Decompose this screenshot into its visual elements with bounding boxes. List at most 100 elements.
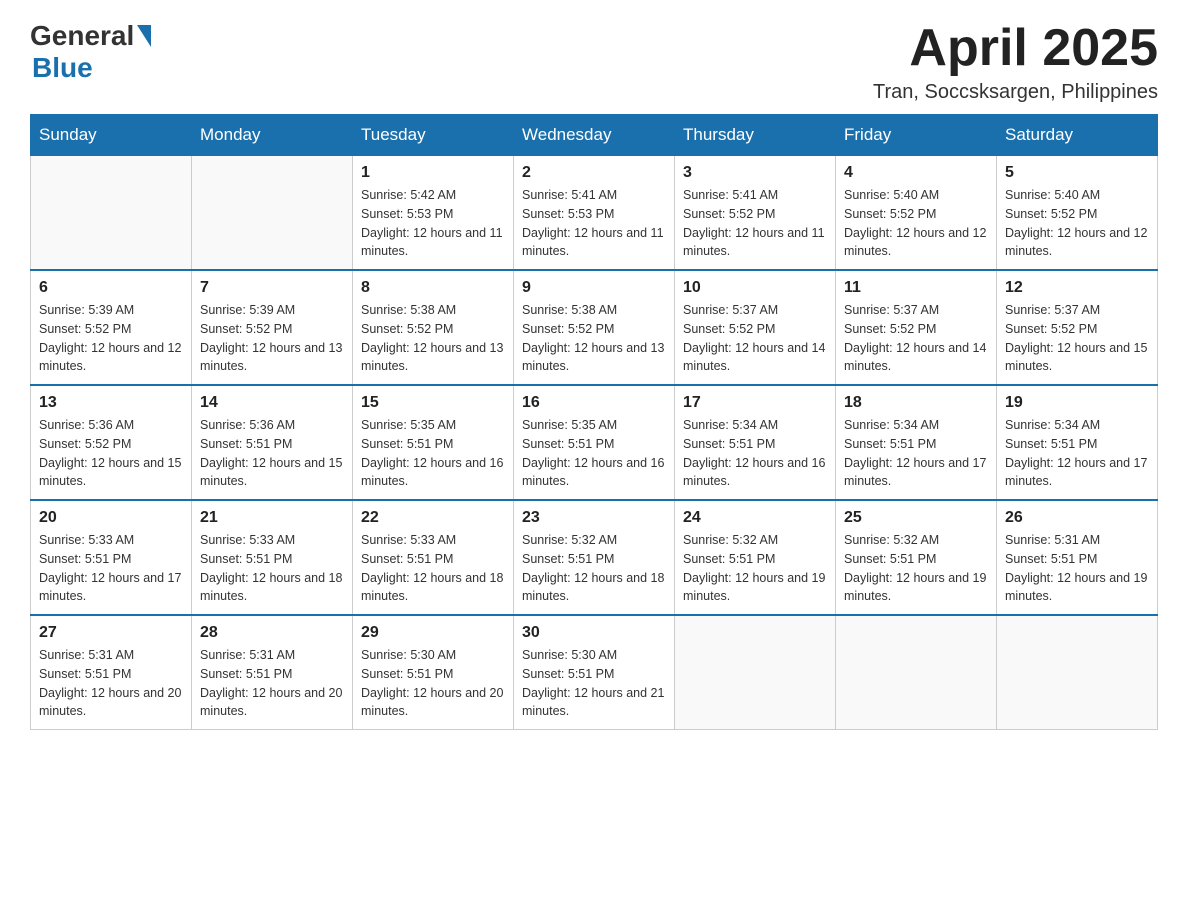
- calendar-cell-w1-d1: 7Sunrise: 5:39 AMSunset: 5:52 PMDaylight…: [192, 270, 353, 385]
- sunset-text: Sunset: 5:52 PM: [844, 322, 936, 336]
- day-info: Sunrise: 5:34 AMSunset: 5:51 PMDaylight:…: [1005, 416, 1149, 491]
- daylight-text: Daylight: 12 hours and 14 minutes.: [683, 341, 825, 374]
- day-info: Sunrise: 5:34 AMSunset: 5:51 PMDaylight:…: [844, 416, 988, 491]
- calendar-cell-w1-d2: 8 Sunrise: 5:38 AMSunset: 5:52 PMDaylight…: [353, 270, 514, 385]
- sunset-text: Sunset: 5:52 PM: [522, 322, 614, 336]
- day-info: Sunrise: 5:40 AMSunset: 5:52 PMDaylight:…: [844, 186, 988, 261]
- calendar-cell-w1-d4: 10Sunrise: 5:37 AMSunset: 5:52 PMDayligh…: [675, 270, 836, 385]
- calendar-cell-w2-d0: 13Sunrise: 5:36 AMSunset: 5:52 PMDayligh…: [31, 385, 192, 500]
- calendar-cell-w1-d0: 6Sunrise: 5:39 AMSunset: 5:52 PMDaylight…: [31, 270, 192, 385]
- day-info: Sunrise: 5:37 AMSunset: 5:52 PMDaylight:…: [844, 301, 988, 376]
- calendar-cell-w2-d1: 14Sunrise: 5:36 AMSunset: 5:51 PMDayligh…: [192, 385, 353, 500]
- day-number: 23: [522, 509, 666, 527]
- calendar-cell-w2-d3: 16Sunrise: 5:35 AMSunset: 5:51 PMDayligh…: [514, 385, 675, 500]
- header-wednesday: Wednesday: [514, 115, 675, 156]
- day-info: Sunrise: 5:36 AMSunset: 5:51 PMDaylight:…: [200, 416, 344, 491]
- sunrise-text: Sunrise: 5:30 AM: [522, 648, 617, 662]
- sunrise-text: Sunrise: 5:40 AM: [844, 188, 939, 202]
- daylight-text: Daylight: 12 hours and 19 minutes.: [683, 571, 825, 604]
- day-number: 12: [1005, 279, 1149, 297]
- calendar-cell-w3-d2: 22Sunrise: 5:33 AMSunset: 5:51 PMDayligh…: [353, 500, 514, 615]
- calendar-cell-w0-d1: [192, 156, 353, 271]
- header-saturday: Saturday: [997, 115, 1158, 156]
- sunset-text: Sunset: 5:51 PM: [522, 437, 614, 451]
- day-number: 2: [522, 164, 666, 182]
- header-tuesday: Tuesday: [353, 115, 514, 156]
- day-info: Sunrise: 5:35 AM Sunset: 5:51 PM Daylight:…: [522, 416, 666, 491]
- sunrise-text: Sunrise: 5:36 AM: [39, 418, 134, 432]
- day-number: 8: [361, 279, 505, 297]
- day-info: Sunrise: 5:33 AMSunset: 5:51 PMDaylight:…: [361, 531, 505, 606]
- calendar-cell-w0-d4: 3Sunrise: 5:41 AMSunset: 5:52 PMDaylight…: [675, 156, 836, 271]
- day-number: 20: [39, 509, 183, 527]
- day-info: Sunrise: 5:38 AMSunset: 5:52 PMDaylight:…: [361, 301, 505, 376]
- daylight-text: Daylight: 12 hours and 16 minutes.: [361, 456, 503, 489]
- day-number: 19: [1005, 394, 1149, 412]
- day-info: Sunrise: 5:31 AMSunset: 5:51 PMDaylight:…: [1005, 531, 1149, 606]
- calendar-cell-w4-d5: [836, 615, 997, 730]
- sunset-text: Sunset: 5:51 PM: [200, 667, 292, 681]
- sunset-text: Sunset: 5:51 PM: [200, 552, 292, 566]
- day-info: Sunrise: 5:32 AM Sunset: 5:51 PM Daylight:…: [844, 531, 988, 606]
- sunrise-text: Sunrise: 5:37 AM: [844, 303, 939, 317]
- day-number: 30: [522, 624, 666, 642]
- day-number: 26: [1005, 509, 1149, 527]
- daylight-text: Daylight: 12 hours and 13 minutes.: [361, 341, 503, 374]
- sunrise-text: Sunrise: 5:32 AM: [683, 533, 778, 547]
- sunrise-text: Sunrise: 5:35 AM: [522, 418, 617, 432]
- sunrise-text: Sunrise: 5:37 AM: [1005, 303, 1100, 317]
- sunrise-text: Sunrise: 5:42 AM: [361, 188, 456, 202]
- logo-triangle-icon: [137, 25, 151, 47]
- day-number: 7: [200, 279, 344, 297]
- day-info: Sunrise: 5:33 AMSunset: 5:51 PMDaylight:…: [200, 531, 344, 606]
- day-info: Sunrise: 5:32 AMSunset: 5:51 PMDaylight:…: [522, 531, 666, 606]
- daylight-text: Daylight: 12 hours and 17 minutes.: [1005, 456, 1147, 489]
- day-info: Sunrise: 5:34 AMSunset: 5:51 PMDaylight:…: [683, 416, 827, 491]
- daylight-text: Daylight: 12 hours and 21 minutes.: [522, 686, 664, 719]
- daylight-text: Daylight: 12 hours and 19 minutes.: [844, 571, 986, 604]
- sunset-text: Sunset: 5:51 PM: [361, 437, 453, 451]
- calendar-cell-w4-d3: 30Sunrise: 5:30 AMSunset: 5:51 PMDayligh…: [514, 615, 675, 730]
- daylight-text: Daylight: 12 hours and 18 minutes.: [200, 571, 342, 604]
- month-year-title: April 2025: [873, 20, 1158, 77]
- day-number: 28: [200, 624, 344, 642]
- calendar-cell-w0-d3: 2Sunrise: 5:41 AMSunset: 5:53 PMDaylight…: [514, 156, 675, 271]
- calendar-cell-w2-d6: 19 Sunrise: 5:34 AMSunset: 5:51 PMDayligh…: [997, 385, 1158, 500]
- daylight-text: Daylight: 12 hours and 12 minutes.: [844, 226, 986, 259]
- sunset-text: Sunset: 5:53 PM: [522, 207, 614, 221]
- daylight-text: Daylight: 12 hours and 20 minutes.: [39, 686, 181, 719]
- sunrise-text: Sunrise: 5:35 AM: [361, 418, 456, 432]
- day-number: 6: [39, 279, 183, 297]
- sunset-text: Sunset: 5:51 PM: [844, 552, 936, 566]
- calendar-cell-w3-d5: 25Sunrise: 5:32 AMSunset: 5:51 PMDayligh…: [836, 500, 997, 615]
- daylight-text: Daylight: 12 hours and 18 minutes.: [522, 571, 664, 604]
- sunset-text: Sunset: 5:52 PM: [683, 322, 775, 336]
- day-number: 27: [39, 624, 183, 642]
- sunrise-text: Sunrise: 5:30 AM: [361, 648, 456, 662]
- sunrise-text: Sunrise: 5:33 AM: [361, 533, 456, 547]
- day-info: Sunrise: 5:36 AMSunset: 5:52 PMDaylight:…: [39, 416, 183, 491]
- daylight-text: Daylight: 12 hours and 13 minutes.: [522, 341, 664, 374]
- sunrise-text: Sunrise: 5:31 AM: [1005, 533, 1100, 547]
- calendar-week-3: 13Sunrise: 5:36 AMSunset: 5:52 PMDayligh…: [31, 385, 1158, 500]
- header-friday: Friday: [836, 115, 997, 156]
- day-info: Sunrise: 5:33 AMSunset: 5:51 PMDaylight:…: [39, 531, 183, 606]
- day-number: 5: [1005, 164, 1149, 182]
- calendar-cell-w3-d6: 26 Sunrise: 5:31 AMSunset: 5:51 PMDayligh…: [997, 500, 1158, 615]
- header-monday: Monday: [192, 115, 353, 156]
- sunrise-text: Sunrise: 5:41 AM: [522, 188, 617, 202]
- calendar-cell-w3-d1: 21Sunrise: 5:33 AMSunset: 5:51 PMDayligh…: [192, 500, 353, 615]
- day-number: 17: [683, 394, 827, 412]
- calendar-cell-w2-d4: 17 Sunrise: 5:34 AMSunset: 5:51 PMDayligh…: [675, 385, 836, 500]
- day-number: 29: [361, 624, 505, 642]
- day-info: Sunrise: 5:41 AMSunset: 5:52 PMDaylight:…: [683, 186, 827, 261]
- sunset-text: Sunset: 5:51 PM: [683, 437, 775, 451]
- sunrise-text: Sunrise: 5:41 AM: [683, 188, 778, 202]
- day-number: 15: [361, 394, 505, 412]
- day-number: 10: [683, 279, 827, 297]
- calendar-cell-w1-d6: 12Sunrise: 5:37 AMSunset: 5:52 PMDayligh…: [997, 270, 1158, 385]
- sunrise-text: Sunrise: 5:32 AM: [844, 533, 939, 547]
- daylight-text: Daylight: 12 hours and 16 minutes.: [522, 456, 664, 489]
- sunrise-text: Sunrise: 5:39 AM: [39, 303, 134, 317]
- calendar-cell-w4-d1: 28Sunrise: 5:31 AMSunset: 5:51 PMDayligh…: [192, 615, 353, 730]
